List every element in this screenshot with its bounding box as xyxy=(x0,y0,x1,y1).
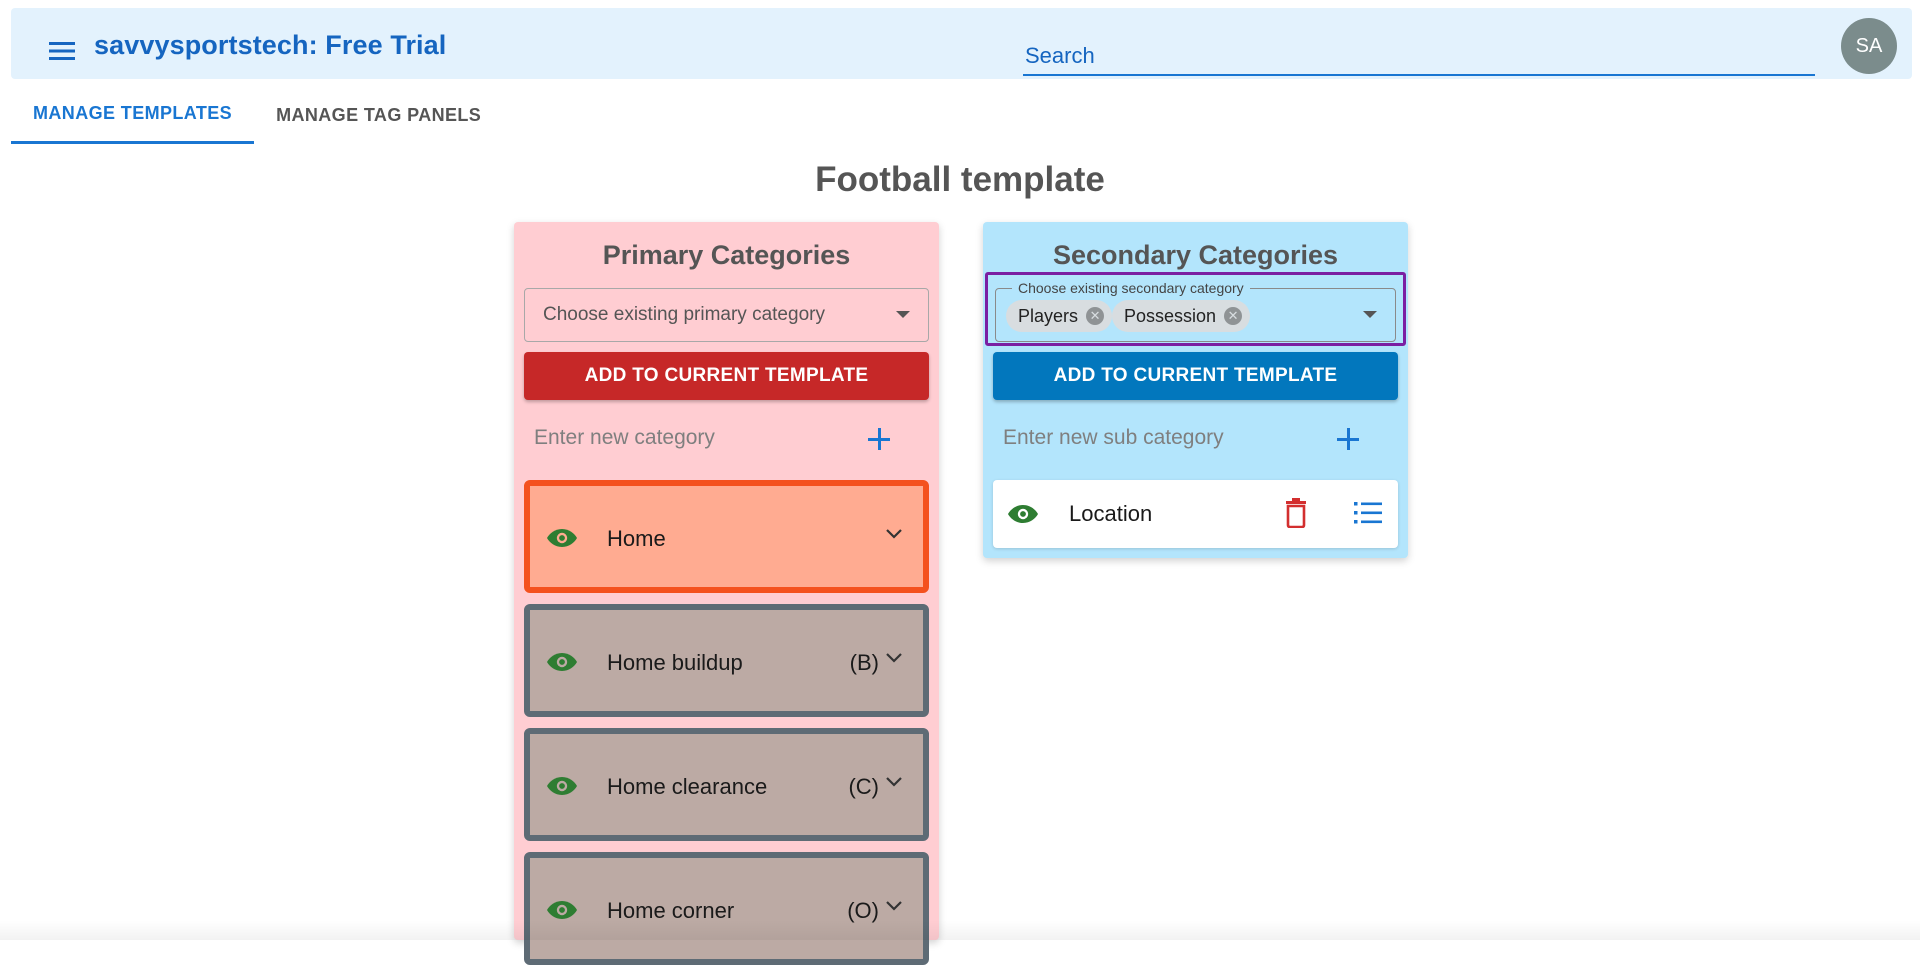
select-label: Choose existing secondary category xyxy=(1012,280,1250,296)
eye-icon[interactable] xyxy=(1007,502,1039,526)
add-secondary-to-template-button[interactable]: ADD TO CURRENT TEMPLATE xyxy=(993,352,1398,400)
chip-label: Possession xyxy=(1124,305,1217,326)
chip-players[interactable]: Players ✕ xyxy=(1006,300,1113,332)
chevron-down-icon[interactable] xyxy=(885,528,903,540)
chevron-down-icon[interactable] xyxy=(885,652,903,664)
chip-possession[interactable]: Possession ✕ xyxy=(1112,300,1251,332)
new-category-input[interactable]: Enter new category xyxy=(534,422,864,462)
select-placeholder: Choose existing primary category xyxy=(543,304,825,325)
category-item-home-clearance[interactable]: Home clearance (C) xyxy=(524,728,929,841)
sub-category-label: Location xyxy=(1069,501,1153,526)
secondary-categories-panel: Secondary Categories Choose existing sec… xyxy=(983,222,1408,558)
caret-down-icon[interactable] xyxy=(1363,311,1377,318)
eye-icon[interactable] xyxy=(546,526,578,550)
chip-label: Players xyxy=(1018,305,1079,326)
category-shortcut: (C) xyxy=(848,774,879,799)
panel-title: Secondary Categories xyxy=(1052,240,1339,270)
category-shortcut: (B) xyxy=(849,650,879,675)
category-item-home-buildup[interactable]: Home buildup (B) xyxy=(524,604,929,717)
eye-icon[interactable] xyxy=(546,774,578,798)
hamburger-menu-icon xyxy=(49,42,75,60)
category-label: Home buildup xyxy=(607,650,743,675)
app-bar: savvysportstech: Free Trial Search SA xyxy=(11,8,1912,79)
tab-manage-templates[interactable]: MANAGE TEMPLATES xyxy=(11,86,255,144)
primary-categories-panel: Primary Categories Choose existing prima… xyxy=(514,222,939,965)
app-title: savvysportstech: Free Trial xyxy=(94,30,447,60)
menu-button[interactable] xyxy=(41,30,83,72)
category-label: Home clearance xyxy=(607,774,768,799)
search-input[interactable]: Search xyxy=(1023,36,1815,76)
chevron-down-icon[interactable] xyxy=(885,776,903,788)
cancel-circle-icon[interactable]: ✕ xyxy=(1224,307,1243,325)
primary-category-select[interactable]: Choose existing primary category xyxy=(524,288,929,342)
plus-icon[interactable] xyxy=(861,421,897,457)
panel-title: Primary Categories xyxy=(602,240,851,270)
secondary-category-select[interactable]: Choose existing secondary category Playe… xyxy=(995,280,1396,342)
add-primary-to-template-button[interactable]: ADD TO CURRENT TEMPLATE xyxy=(524,352,929,400)
sub-category-item-location[interactable]: Location xyxy=(993,480,1398,548)
category-item-home-corner[interactable]: Home corner (O) xyxy=(524,852,929,965)
new-sub-category-input[interactable]: Enter new sub category xyxy=(1003,422,1333,462)
cancel-circle-icon[interactable]: ✕ xyxy=(1086,307,1105,325)
chevron-down-icon[interactable] xyxy=(885,900,903,912)
category-label: Home xyxy=(607,526,666,551)
trash-icon[interactable] xyxy=(1284,498,1308,528)
category-item-home[interactable]: Home xyxy=(524,480,929,593)
plus-icon[interactable] xyxy=(1330,421,1366,457)
list-icon[interactable] xyxy=(1354,500,1382,526)
avatar[interactable]: SA xyxy=(1841,18,1897,74)
tab-bar: MANAGE TEMPLATES MANAGE TAG PANELS xyxy=(11,86,503,146)
caret-down-icon xyxy=(896,311,910,318)
bottom-fade xyxy=(0,920,1920,940)
eye-icon[interactable] xyxy=(546,898,578,922)
page-title: Football template xyxy=(815,160,1105,199)
eye-icon[interactable] xyxy=(546,650,578,674)
tab-manage-tag-panels[interactable]: MANAGE TAG PANELS xyxy=(254,86,503,144)
